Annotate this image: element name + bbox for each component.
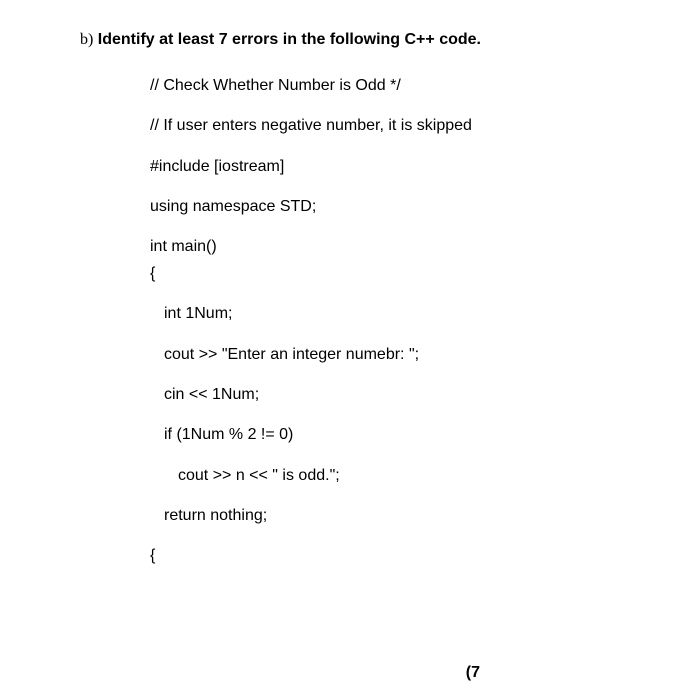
code-line-11: cout >> n << " is odd.";: [178, 465, 640, 487]
code-line-7: int 1Num;: [164, 303, 640, 325]
code-line-12: return nothing;: [164, 505, 640, 527]
code-line-9: cin << 1Num;: [164, 384, 640, 406]
code-line-13: {: [150, 545, 640, 567]
code-line-8: cout >> "Enter an integer numebr: ";: [164, 344, 640, 366]
code-line-3: #include [iostream]: [150, 156, 640, 178]
points-label: (7: [466, 664, 480, 682]
code-line-4: using namespace STD;: [150, 196, 640, 218]
code-line-2: // If user enters negative number, it is…: [150, 115, 640, 137]
code-line-6: {: [150, 263, 640, 285]
code-line-1: // Check Whether Number is Odd */: [150, 75, 640, 97]
question-title: Identify at least 7 errors in the follow…: [98, 31, 481, 48]
code-line-10: if (1Num % 2 != 0): [164, 424, 640, 446]
question-header: b) Identify at least 7 errors in the fol…: [80, 30, 640, 51]
code-line-5: int main(): [150, 236, 640, 258]
question-label: b): [80, 31, 93, 48]
code-block: // Check Whether Number is Odd */ // If …: [150, 75, 640, 568]
